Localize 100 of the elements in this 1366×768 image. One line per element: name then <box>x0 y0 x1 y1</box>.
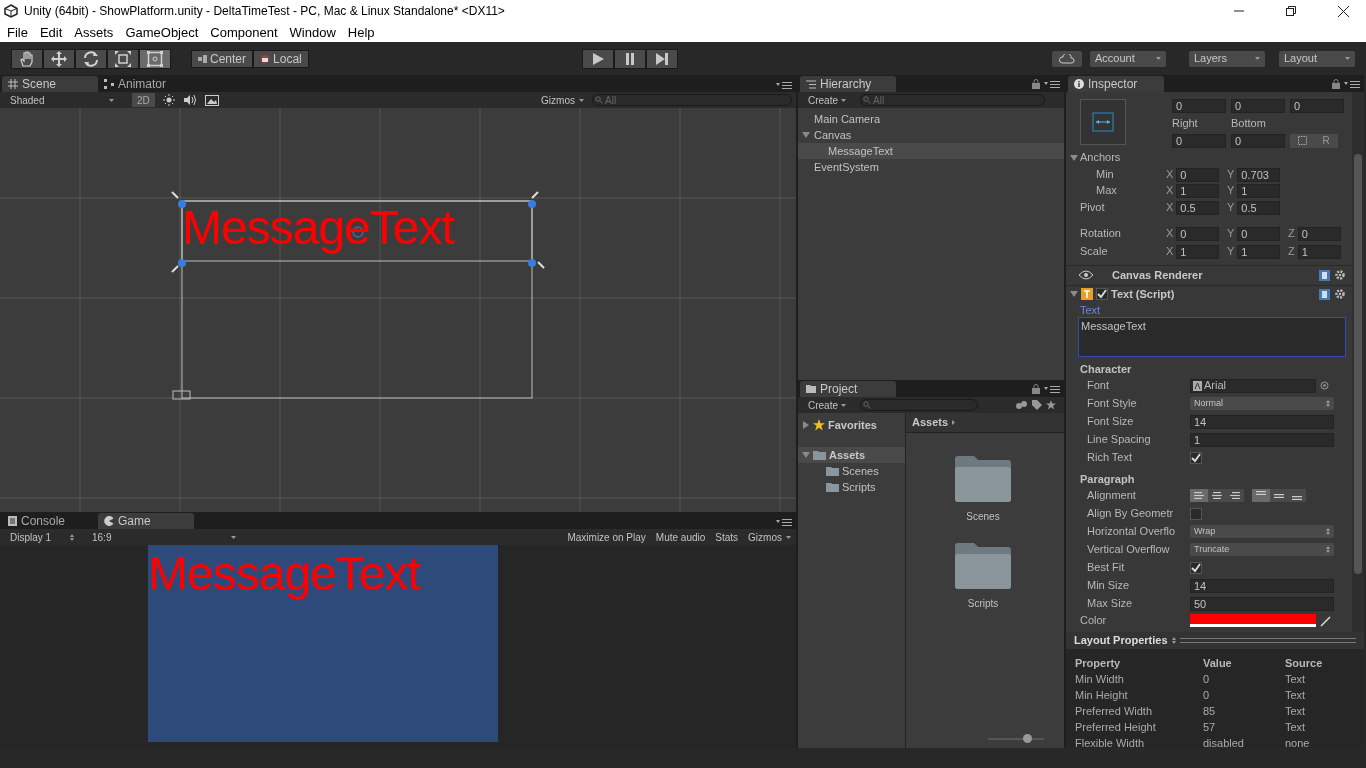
disclosure-triangle-icon[interactable] <box>802 421 810 429</box>
checkbox[interactable] <box>1096 288 1108 300</box>
color-field[interactable] <box>1190 614 1316 627</box>
project-tree-item[interactable]: Favorites <box>798 417 905 433</box>
number-field[interactable]: 0.5 <box>1176 200 1220 215</box>
hierarchy-item[interactable]: EventSystem <box>798 159 1064 175</box>
number-field[interactable]: 0.5 <box>1237 200 1281 215</box>
playback-button[interactable] <box>646 48 679 69</box>
number-field[interactable]: 1 <box>1176 244 1220 259</box>
scrollbar[interactable] <box>1354 154 1362 574</box>
search-field[interactable]: All <box>860 94 1045 106</box>
menu-item[interactable]: GameObject <box>125 25 199 39</box>
tool-button[interactable] <box>11 48 43 69</box>
checkbox[interactable] <box>1190 561 1202 574</box>
text-field[interactable]: 14 <box>1190 578 1334 593</box>
hierarchy-item[interactable]: Main Camera <box>798 111 1064 127</box>
gizmos-dropdown[interactable]: Gizmos <box>743 529 796 545</box>
search-field[interactable] <box>860 399 978 411</box>
lock-icon[interactable] <box>1032 79 1040 89</box>
game-toggle[interactable]: Mute audio <box>650 529 711 545</box>
number-field[interactable]: 0 <box>1172 133 1226 148</box>
toolbar-dropdown[interactable]: Layers <box>1189 50 1265 67</box>
menu-item[interactable]: File <box>7 25 28 39</box>
2d-toggle[interactable]: 2D <box>132 93 155 107</box>
slider-thumb[interactable] <box>1023 734 1033 743</box>
number-field[interactable]: 1 <box>1237 183 1281 198</box>
panel-tab[interactable]: Console <box>2 513 98 529</box>
panel-menu-icon[interactable] <box>1044 385 1060 393</box>
checkbox[interactable] <box>1190 451 1202 464</box>
number-field[interactable]: 0 <box>1290 99 1344 113</box>
create-dropdown[interactable]: Create <box>798 92 856 108</box>
game-toggle[interactable]: Maximize on Play <box>562 529 651 545</box>
tool-button[interactable] <box>75 48 107 69</box>
number-field[interactable]: 0 <box>1172 99 1226 113</box>
number-field[interactable]: 1 <box>1237 244 1281 259</box>
project-tree-item[interactable]: Scenes <box>798 463 905 479</box>
number-field[interactable]: 0 <box>1231 99 1285 113</box>
number-field[interactable]: 0 <box>1297 226 1341 241</box>
object-picker-icon[interactable] <box>1320 381 1329 390</box>
playback-button[interactable] <box>614 48 647 69</box>
number-field[interactable]: 1 <box>1176 183 1220 198</box>
tool-button[interactable] <box>139 48 171 69</box>
font-object-field[interactable]: Arial <box>1190 378 1316 393</box>
panel-menu-icon[interactable] <box>1044 80 1060 88</box>
disclosure-triangle-icon[interactable] <box>1070 153 1078 162</box>
dropdown-field[interactable]: Wrap <box>1190 525 1334 538</box>
number-field[interactable]: 1 <box>1297 244 1341 259</box>
settings-icon[interactable] <box>1334 269 1346 281</box>
project-tree-item[interactable]: Assets <box>798 447 905 463</box>
filter-icon[interactable] <box>1016 400 1028 410</box>
number-field[interactable]: 0 <box>1176 167 1220 182</box>
shading-dropdown[interactable]: Shaded <box>0 92 124 108</box>
number-field[interactable]: 0 <box>1237 226 1281 241</box>
text-area[interactable]: MessageText <box>1078 316 1346 357</box>
sun-icon[interactable] <box>162 94 175 106</box>
menu-item[interactable]: Help <box>347 25 375 39</box>
alignment-button[interactable] <box>1190 489 1208 502</box>
hierarchy-item[interactable]: Canvas <box>798 127 1064 143</box>
dropdown-field[interactable]: Truncate <box>1190 543 1334 556</box>
menu-item[interactable]: Window <box>289 25 336 39</box>
number-field[interactable]: 0.703 <box>1237 167 1281 182</box>
search-field[interactable]: All <box>592 94 792 106</box>
disclosure-triangle-icon[interactable] <box>802 451 810 459</box>
alignment-button[interactable] <box>1270 489 1288 502</box>
settings-icon[interactable] <box>1334 288 1346 300</box>
folder-label[interactable]: Scenes <box>966 509 1000 524</box>
panel-tab[interactable]: Inspector <box>1068 76 1164 92</box>
restore-icon[interactable] <box>1286 6 1296 16</box>
folder-label[interactable]: Scripts <box>967 596 999 611</box>
panel-tab[interactable]: Animator <box>98 76 194 92</box>
aspect-dropdown[interactable]: 16:9 <box>84 529 244 545</box>
text-field[interactable]: 50 <box>1190 596 1334 611</box>
pivot-toggle[interactable]: Local <box>253 49 309 68</box>
close-icon[interactable] <box>1338 5 1349 17</box>
menu-item[interactable]: Edit <box>39 25 63 39</box>
toolbar-dropdown[interactable]: Account <box>1090 50 1166 67</box>
eyedropper-icon[interactable] <box>1320 614 1332 627</box>
tag-icon[interactable] <box>1032 400 1042 410</box>
lock-icon[interactable] <box>1332 79 1340 89</box>
panel-menu-icon[interactable] <box>776 518 792 526</box>
checkbox[interactable] <box>1190 507 1202 520</box>
panel-tab[interactable]: Game <box>98 513 194 529</box>
help-book-icon[interactable] <box>1319 288 1330 300</box>
tool-button[interactable] <box>43 48 75 69</box>
tool-button[interactable] <box>107 48 139 69</box>
breadcrumb[interactable]: Assets <box>912 414 949 431</box>
display-dropdown[interactable]: Display 1 <box>0 529 84 545</box>
alignment-button[interactable] <box>1208 489 1226 502</box>
alignment-button[interactable] <box>1288 489 1306 502</box>
panel-tab[interactable]: Hierarchy <box>800 76 896 92</box>
alignment-button[interactable] <box>1226 489 1244 502</box>
panel-menu-icon[interactable] <box>776 81 792 89</box>
number-field[interactable]: 0 <box>1176 226 1220 241</box>
playback-button[interactable] <box>582 48 615 69</box>
hierarchy-item[interactable]: MessageText <box>798 143 1064 159</box>
toolbar-dropdown[interactable]: Layout <box>1279 50 1355 67</box>
blueprint-button[interactable] <box>1290 133 1314 148</box>
text-field[interactable]: 14 <box>1190 414 1334 429</box>
gizmos-dropdown[interactable]: Gizmos <box>541 92 584 108</box>
cloud-button[interactable] <box>1052 50 1082 67</box>
